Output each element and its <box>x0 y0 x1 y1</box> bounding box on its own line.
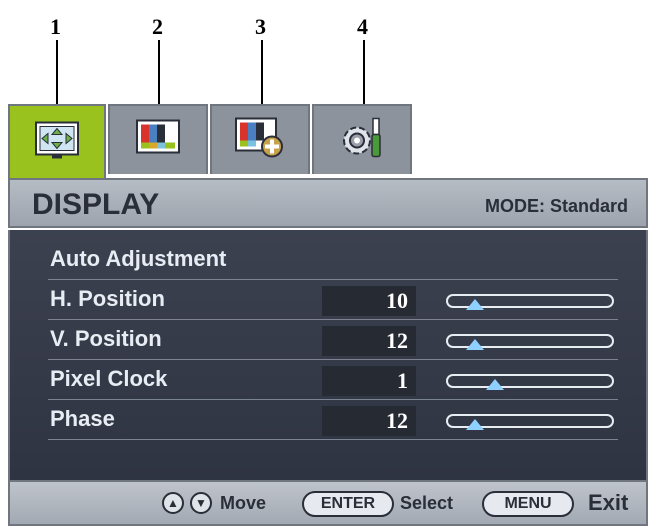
select-hint: Select <box>400 493 454 513</box>
picture-advanced-icon <box>234 117 286 164</box>
move-hint: Move <box>220 493 267 513</box>
picture-color-bars-icon <box>135 119 181 162</box>
menu-item-label: V. Position <box>50 326 162 351</box>
callout-line-2 <box>158 40 160 108</box>
menu-item-label: Pixel Clock <box>50 366 168 391</box>
callout-3: 3 <box>255 14 266 39</box>
slider-knob[interactable] <box>466 339 484 350</box>
up-arrow-icon[interactable]: ▲ <box>162 492 184 514</box>
phase-slider[interactable] <box>446 414 614 430</box>
menu-item-pixel-clock[interactable]: Pixel Clock 1 <box>48 360 618 400</box>
value-display: 12 <box>322 326 416 356</box>
slider-knob[interactable] <box>466 419 484 430</box>
display-arrows-icon <box>34 121 80 166</box>
h-position-slider[interactable] <box>446 294 614 310</box>
value-display: 1 <box>322 366 416 396</box>
menu-content: Auto Adjustment H. Position 10 V. Positi… <box>8 230 648 480</box>
callout-2: 2 <box>152 14 163 39</box>
slider-knob[interactable] <box>466 299 484 310</box>
menu-item-label: H. Position <box>50 286 165 311</box>
row-divider <box>48 439 618 440</box>
menu-item-v-position[interactable]: V. Position 12 <box>48 320 618 360</box>
tab-system[interactable] <box>312 104 412 174</box>
tab-display[interactable] <box>8 104 106 180</box>
menu-item-auto-adjustment[interactable]: Auto Adjustment <box>48 240 618 280</box>
value-display: 10 <box>322 286 416 316</box>
tab-picture-advanced[interactable] <box>210 104 310 174</box>
menu-item-label: Auto Adjustment <box>50 246 227 271</box>
pixel-clock-slider[interactable] <box>446 374 614 390</box>
menu-footer: ▲ ▼ Move ENTER Select MENU Exit <box>8 480 648 526</box>
value-display: 12 <box>322 406 416 436</box>
mode-indicator: MODE: Standard <box>484 196 628 216</box>
menu-item-phase[interactable]: Phase 12 <box>48 400 618 440</box>
menu-item-label: Phase <box>50 406 115 431</box>
slider-knob[interactable] <box>486 379 504 390</box>
enter-key-badge[interactable]: ENTER <box>302 491 394 517</box>
v-position-slider[interactable] <box>446 334 614 350</box>
tab-picture[interactable] <box>108 104 208 174</box>
system-gear-icon <box>337 115 387 166</box>
menu-header: DISPLAY MODE: Standard <box>8 178 648 228</box>
menu-item-h-position[interactable]: H. Position 10 <box>48 280 618 320</box>
callout-4: 4 <box>357 14 368 39</box>
callout-1: 1 <box>50 14 61 39</box>
exit-hint: Exit <box>588 490 629 515</box>
down-arrow-icon[interactable]: ▼ <box>190 492 212 514</box>
page-title: DISPLAY <box>32 188 160 221</box>
menu-key-badge[interactable]: MENU <box>482 491 574 517</box>
